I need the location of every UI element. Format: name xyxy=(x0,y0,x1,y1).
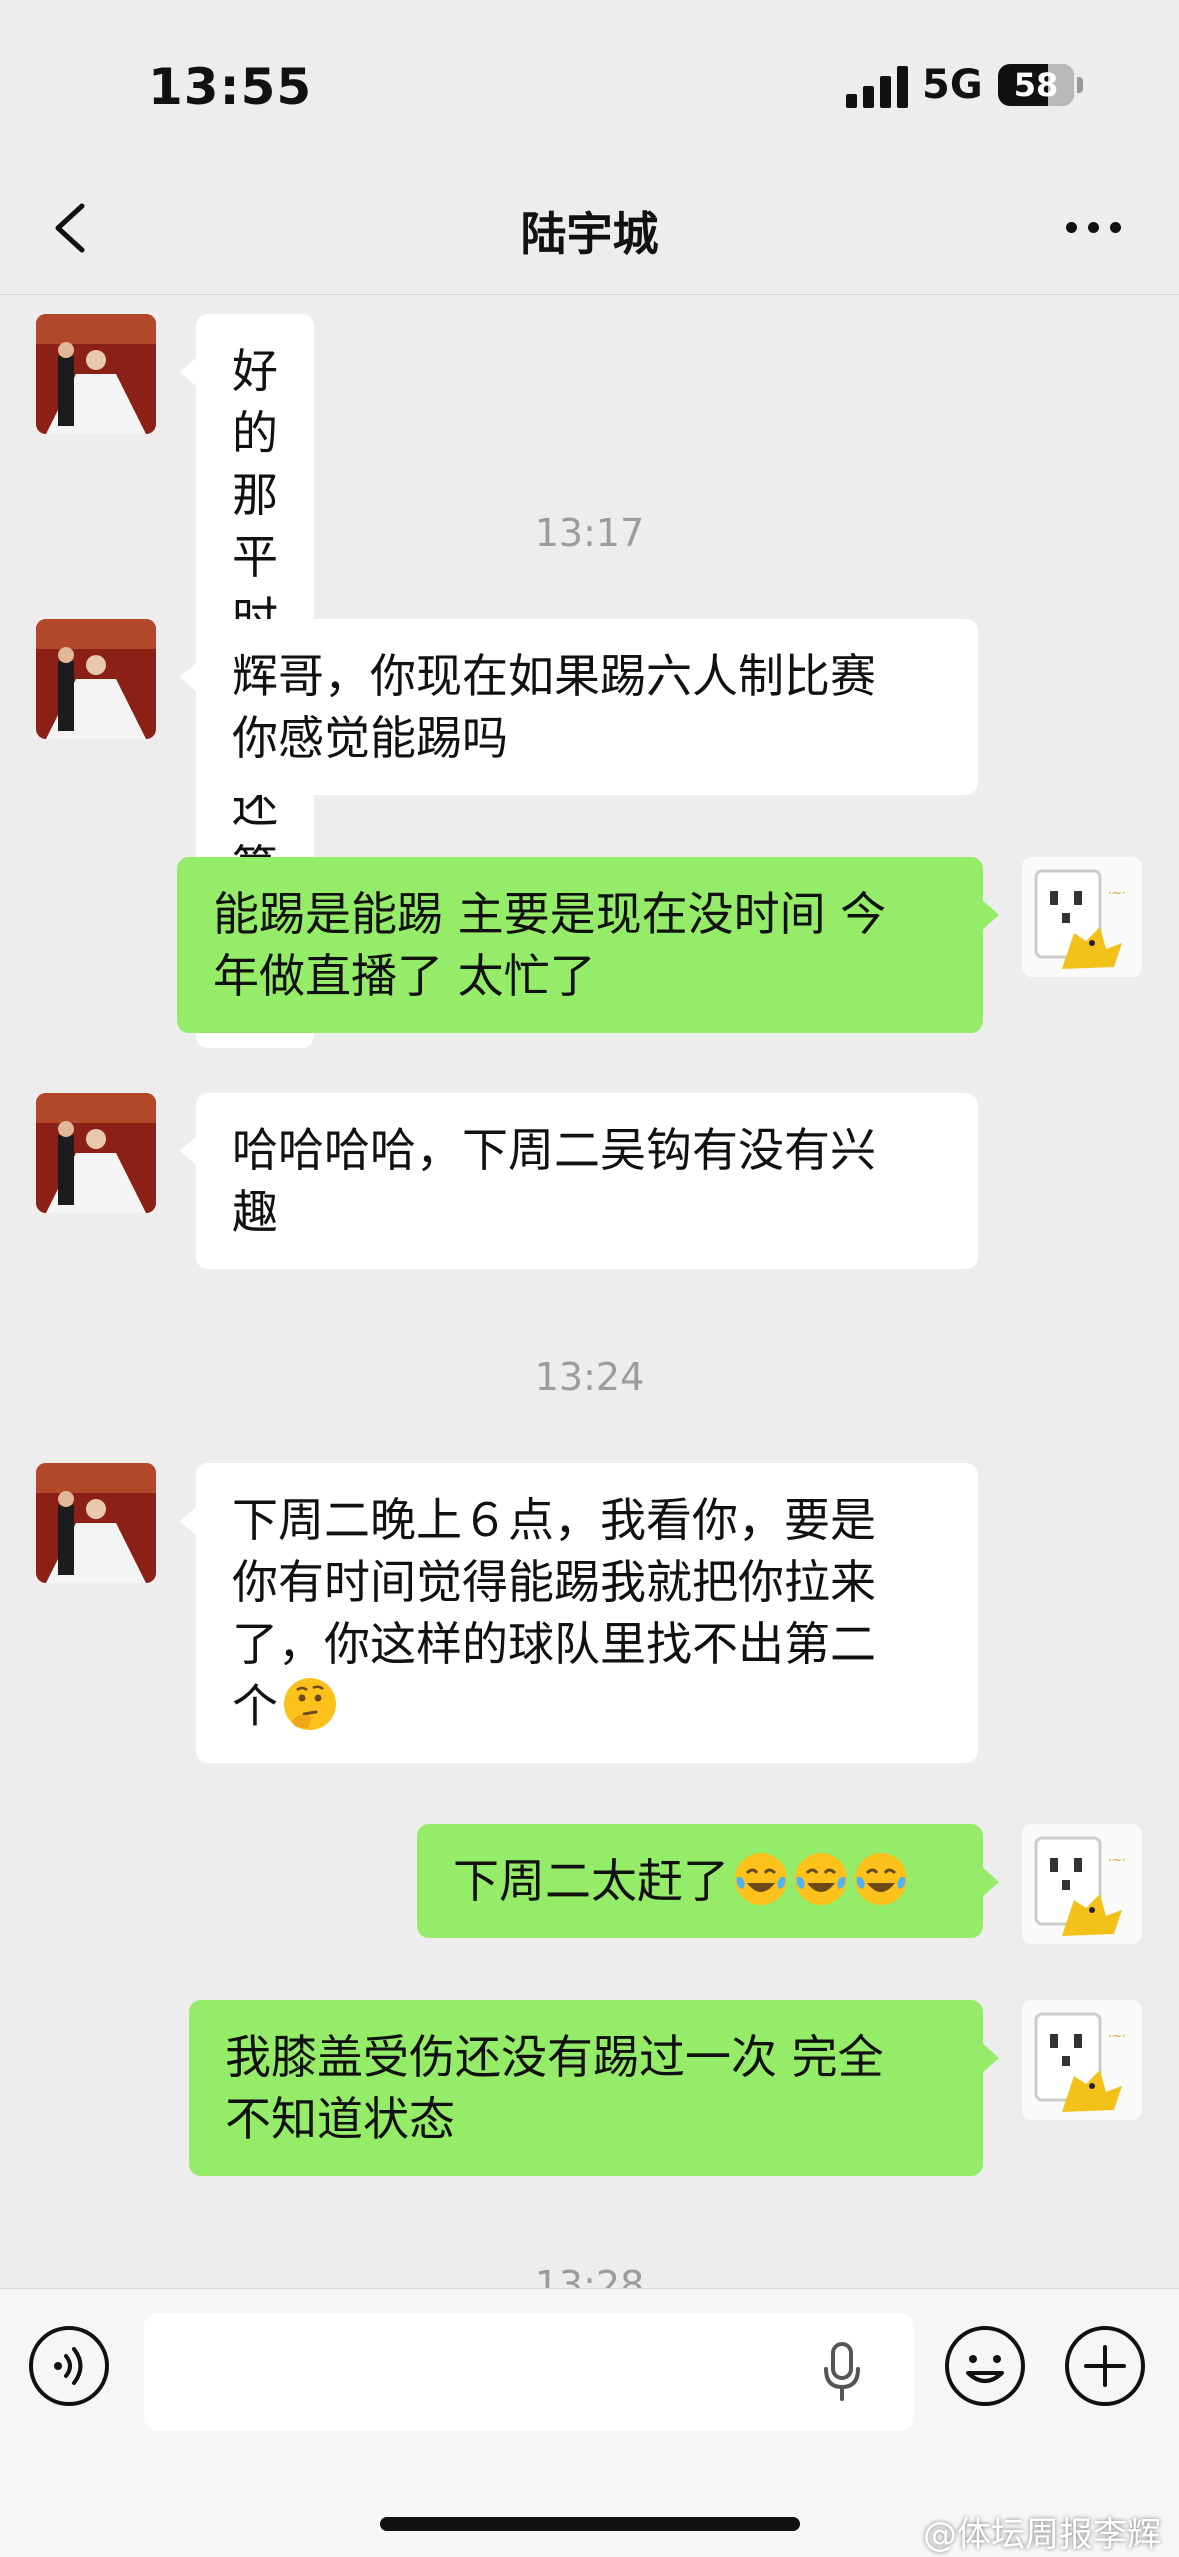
mic-icon[interactable] xyxy=(822,2341,862,2403)
my-avatar[interactable]: ·~· xyxy=(1022,2000,1142,2120)
chat-area[interactable]: 好的 那平时踢球还算方便 13:17 辉哥，你现在如果踢六人制比赛 你感觉能踢吗… xyxy=(0,295,1179,2288)
input-bar: @体坛周报李辉 xyxy=(0,2288,1179,2557)
message-line: 了，你这样的球队里找不出第二 xyxy=(232,1617,876,1671)
message-input[interactable] xyxy=(144,2313,914,2431)
timestamp: 13:28 xyxy=(534,2263,645,2288)
watermark: @体坛周报李辉 xyxy=(923,2515,1161,2555)
message-line: 个 xyxy=(232,1679,278,1733)
message-bubble[interactable]: 能踢是能踢 主要是现在没时间 今 年做直播了 太忙了 xyxy=(177,857,999,1033)
tears-of-joy-emoji xyxy=(735,1853,787,1905)
contact-avatar[interactable] xyxy=(36,619,156,739)
signal-strength-icon xyxy=(846,66,908,108)
message-line: 你感觉能踢吗 xyxy=(232,711,508,765)
message-bubble[interactable]: 下周二太赶了 xyxy=(417,1824,999,1938)
timestamp: 13:24 xyxy=(534,1355,645,1399)
thinking-face-emoji xyxy=(284,1678,336,1730)
message-line: 趣 xyxy=(232,1185,278,1239)
message-line: 辉哥，你现在如果踢六人制比赛 xyxy=(232,649,876,703)
contact-avatar[interactable] xyxy=(36,1093,156,1213)
message-line: 年做直播了 太忙了 xyxy=(213,949,596,1003)
message-line: 不知道状态 xyxy=(225,2092,455,2146)
my-avatar[interactable]: ·~· xyxy=(1022,1824,1142,1944)
message-line: 下周二晚上６点，我看你，要是 xyxy=(232,1493,876,1547)
message-bubble[interactable]: 下周二晚上６点，我看你，要是 你有时间觉得能踢我就把你拉来 了，你这样的球队里找… xyxy=(180,1463,978,1763)
more-icon[interactable] xyxy=(1064,220,1124,236)
timestamp: 13:17 xyxy=(534,511,645,555)
svg-text:·~·: ·~· xyxy=(1108,886,1126,900)
message-bubble[interactable]: 辉哥，你现在如果踢六人制比赛 你感觉能踢吗 xyxy=(180,619,978,795)
svg-text:·~·: ·~· xyxy=(1108,1853,1126,1867)
tears-of-joy-emoji xyxy=(795,1853,847,1905)
battery-level: 58 xyxy=(1013,66,1059,104)
chat-title: 陆宇城 xyxy=(520,207,659,261)
message-bubble[interactable]: 哈哈哈哈，下周二吴钩有没有兴 趣 xyxy=(180,1093,978,1269)
message-line: 哈哈哈哈，下周二吴钩有没有兴 xyxy=(232,1123,876,1177)
nav-bar: 陆宇城 xyxy=(0,160,1179,295)
status-bar: 13:55 5G 58 xyxy=(0,0,1179,160)
contact-avatar[interactable] xyxy=(36,314,156,434)
network-type: 5G xyxy=(922,62,983,108)
tears-of-joy-emoji xyxy=(855,1853,907,1905)
contact-avatar[interactable] xyxy=(36,1463,156,1583)
voice-icon[interactable] xyxy=(28,2325,110,2407)
message-bubble[interactable]: 我膝盖受伤还没有踢过一次 完全 不知道状态 xyxy=(189,2000,999,2176)
plus-icon[interactable] xyxy=(1064,2325,1146,2407)
emoji-icon[interactable] xyxy=(944,2325,1026,2407)
battery-icon: 58 xyxy=(998,64,1074,106)
svg-text:·~·: ·~· xyxy=(1108,2029,1126,2043)
message-line: 能踢是能踢 主要是现在没时间 今 xyxy=(213,887,887,941)
my-avatar[interactable]: ·~· xyxy=(1022,857,1142,977)
battery-cap xyxy=(1077,77,1083,93)
message-line: 你有时间觉得能踢我就把你拉来 xyxy=(232,1555,876,1609)
status-time: 13:55 xyxy=(148,58,313,116)
message-line: 我膝盖受伤还没有踢过一次 完全 xyxy=(225,2030,884,2084)
home-indicator[interactable] xyxy=(380,2517,800,2531)
message-text: 下周二太赶了 xyxy=(453,1854,729,1908)
